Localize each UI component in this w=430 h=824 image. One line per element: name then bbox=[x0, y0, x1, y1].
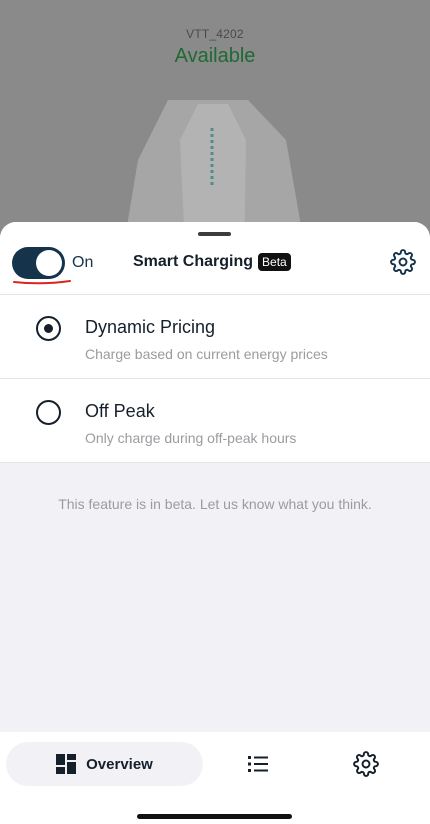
nav-overview-label: Overview bbox=[86, 755, 153, 773]
charger-status: Available bbox=[174, 45, 256, 67]
sheet-title-group: Smart Charging Beta bbox=[133, 253, 291, 271]
bottom-nav: Overview bbox=[0, 732, 430, 824]
charger-backdrop: VTT_4202 Available bbox=[0, 0, 430, 240]
nav-overview-button[interactable]: Overview bbox=[6, 742, 203, 786]
list-icon[interactable] bbox=[246, 752, 270, 776]
toggle-knob bbox=[36, 250, 62, 276]
beta-badge: Beta bbox=[258, 253, 291, 271]
home-indicator bbox=[137, 814, 292, 819]
sheet-title: Smart Charging bbox=[133, 253, 254, 270]
option-subtitle: Charge based on current energy prices bbox=[85, 346, 328, 362]
smart-charging-sheet: On Smart Charging Beta Dynamic Pricing C… bbox=[0, 222, 430, 732]
option-subtitle: Only charge during off-peak hours bbox=[85, 430, 297, 446]
drag-handle[interactable] bbox=[198, 232, 231, 236]
option-title: Dynamic Pricing bbox=[85, 317, 216, 337]
option-off-peak[interactable]: Off Peak Only charge during off-peak hou… bbox=[0, 379, 430, 463]
option-title: Off Peak bbox=[85, 401, 155, 421]
grid-icon bbox=[56, 754, 77, 774]
smart-charging-toggle[interactable] bbox=[12, 247, 65, 279]
charger-image bbox=[128, 100, 300, 240]
option-dynamic-pricing[interactable]: Dynamic Pricing Charge based on current … bbox=[0, 295, 430, 379]
toggle-state-label: On bbox=[72, 254, 94, 271]
underline-annotation bbox=[13, 280, 71, 285]
beta-feedback-note: This feature is in beta. Let us know wha… bbox=[58, 496, 372, 512]
radio-unselected-icon[interactable] bbox=[36, 400, 61, 425]
radio-selected-icon[interactable] bbox=[36, 316, 61, 341]
gear-icon[interactable] bbox=[353, 751, 379, 777]
gear-icon[interactable] bbox=[390, 249, 416, 275]
charger-id: VTT_4202 bbox=[186, 27, 244, 41]
